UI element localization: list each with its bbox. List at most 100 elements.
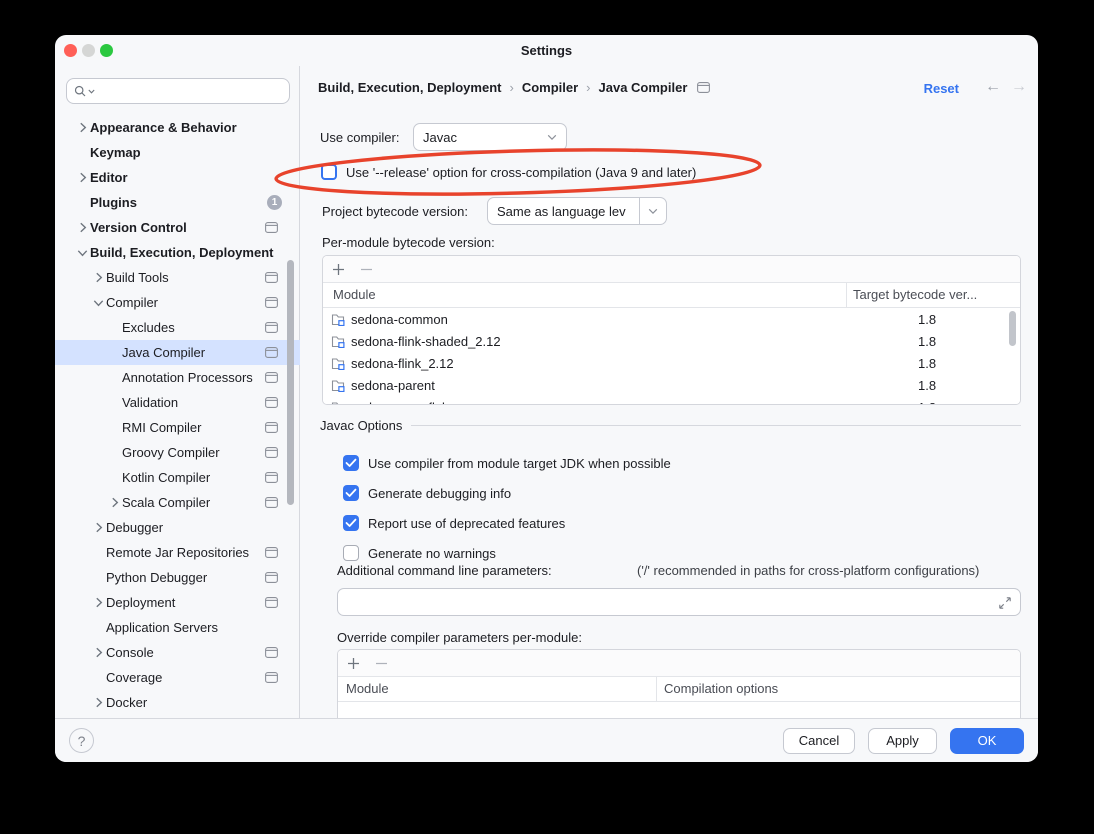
ok-button[interactable]: OK bbox=[950, 728, 1024, 754]
remove-icon[interactable] bbox=[375, 657, 388, 670]
sidebar-item-label: Remote Jar Repositories bbox=[106, 545, 249, 560]
checkbox-label: Use compiler from module target JDK when… bbox=[368, 456, 671, 471]
sidebar-item-annotation-processors[interactable]: Annotation Processors bbox=[55, 365, 300, 390]
release-option-checkbox[interactable] bbox=[321, 164, 337, 180]
zoom-window-button[interactable] bbox=[100, 44, 113, 57]
close-window-button[interactable] bbox=[64, 44, 77, 57]
sidebar-item-debugger[interactable]: Debugger bbox=[55, 515, 300, 540]
chevron-right-icon[interactable] bbox=[75, 170, 90, 185]
add-icon[interactable] bbox=[332, 263, 345, 276]
sidebar-item-rmi-compiler[interactable]: RMI Compiler bbox=[55, 415, 300, 440]
search-history-chevron-icon[interactable] bbox=[88, 89, 95, 94]
chevron-spacer bbox=[107, 370, 122, 385]
settings-content: Build, Execution, Deployment › Compiler … bbox=[300, 66, 1038, 718]
sidebar-item-scala-compiler[interactable]: Scala Compiler bbox=[55, 490, 300, 515]
chevron-down-icon[interactable] bbox=[639, 198, 666, 224]
sidebar-item-validation[interactable]: Validation bbox=[55, 390, 300, 415]
sidebar-item-label: Keymap bbox=[90, 145, 141, 160]
sidebar-item-groovy-compiler[interactable]: Groovy Compiler bbox=[55, 440, 300, 465]
expand-field-icon[interactable] bbox=[998, 596, 1012, 610]
target-bytecode-value[interactable]: 1.8 bbox=[918, 356, 936, 371]
sidebar-item-plugins[interactable]: Plugins1 bbox=[55, 190, 300, 215]
target-bytecode-value[interactable]: 1.8 bbox=[918, 334, 936, 349]
sidebar-item-remote-jar-repositories[interactable]: Remote Jar Repositories bbox=[55, 540, 300, 565]
target-bytecode-value[interactable]: 1.8 bbox=[918, 400, 936, 406]
use-compiler-select[interactable]: Javac bbox=[413, 123, 567, 151]
forward-arrow-icon[interactable]: → bbox=[1011, 78, 1027, 96]
apply-button[interactable]: Apply bbox=[868, 728, 937, 754]
target-bytecode-value[interactable]: 1.8 bbox=[918, 378, 936, 393]
module-name: sedona-common bbox=[351, 312, 448, 327]
sidebar-item-compiler[interactable]: Compiler bbox=[55, 290, 300, 315]
project-scope-icon bbox=[265, 397, 278, 408]
chevron-right-icon[interactable] bbox=[91, 595, 106, 610]
back-arrow-icon[interactable]: ← bbox=[985, 78, 1001, 96]
sidebar-item-java-compiler[interactable]: Java Compiler bbox=[55, 340, 300, 365]
chevron-down-icon[interactable] bbox=[75, 245, 90, 260]
sidebar-item-appearance-behavior[interactable]: Appearance & Behavior bbox=[55, 115, 300, 140]
chevron-right-icon[interactable] bbox=[75, 120, 90, 135]
traffic-lights bbox=[64, 44, 113, 57]
help-button[interactable]: ? bbox=[69, 728, 94, 753]
settings-tree: Appearance & Behavior Keymap EditorPlugins… bbox=[55, 115, 300, 715]
module-row-sedona-flink-2-12[interactable]: sedona-flink_2.121.8 bbox=[323, 352, 1020, 374]
sidebar-scrollbar-thumb[interactable] bbox=[287, 260, 294, 505]
cmdline-label: Additional command line parameters: bbox=[337, 563, 552, 578]
column-divider[interactable] bbox=[846, 283, 847, 307]
table-scrollbar-thumb[interactable] bbox=[1009, 311, 1016, 346]
sidebar-item-coverage[interactable]: Coverage bbox=[55, 665, 300, 690]
sidebar-item-excludes[interactable]: Excludes bbox=[55, 315, 300, 340]
chevron-right-icon[interactable] bbox=[91, 270, 106, 285]
chevron-spacer bbox=[107, 445, 122, 460]
cmdline-input[interactable] bbox=[338, 589, 1020, 615]
sidebar-item-editor[interactable]: Editor bbox=[55, 165, 300, 190]
add-icon[interactable] bbox=[347, 657, 360, 670]
column-header-target[interactable]: Target bytecode ver... bbox=[853, 287, 977, 302]
sidebar-item-label: RMI Compiler bbox=[122, 420, 201, 435]
project-bytecode-combobox[interactable]: Same as language lev bbox=[487, 197, 667, 225]
chevron-right-icon[interactable] bbox=[91, 695, 106, 710]
titlebar: Settings bbox=[55, 35, 1038, 66]
module-row-sedona-snowflake[interactable]: sedona-snowflake1.8 bbox=[323, 396, 1020, 405]
project-scope-icon bbox=[265, 597, 278, 608]
breadcrumb-item-compiler[interactable]: Compiler bbox=[522, 80, 578, 95]
sidebar-item-keymap[interactable]: Keymap bbox=[55, 140, 300, 165]
sidebar-item-deployment[interactable]: Deployment bbox=[55, 590, 300, 615]
sidebar-item-build-execution-deployment[interactable]: Build, Execution, Deployment bbox=[55, 240, 300, 265]
chevron-right-icon[interactable] bbox=[107, 495, 122, 510]
search-input[interactable] bbox=[96, 83, 282, 99]
module-row-sedona-flink-shaded-2-12[interactable]: sedona-flink-shaded_2.121.8 bbox=[323, 330, 1020, 352]
sidebar-item-label: Version Control bbox=[90, 220, 187, 235]
column-header-module[interactable]: Module bbox=[333, 287, 376, 302]
sidebar-item-kotlin-compiler[interactable]: Kotlin Compiler bbox=[55, 465, 300, 490]
checkbox[interactable] bbox=[343, 545, 359, 561]
sidebar-item-application-servers[interactable]: Application Servers bbox=[55, 615, 300, 640]
chevron-right-icon[interactable] bbox=[91, 520, 106, 535]
module-row-sedona-parent[interactable]: sedona-parent1.8 bbox=[323, 374, 1020, 396]
cancel-button[interactable]: Cancel bbox=[783, 728, 855, 754]
column-header-module[interactable]: Module bbox=[346, 681, 389, 696]
sidebar-item-version-control[interactable]: Version Control bbox=[55, 215, 300, 240]
checkbox[interactable] bbox=[343, 485, 359, 501]
column-header-compilation-options[interactable]: Compilation options bbox=[664, 681, 778, 696]
reset-link[interactable]: Reset bbox=[924, 81, 959, 96]
chevron-down-icon[interactable] bbox=[91, 295, 106, 310]
minimize-window-button[interactable] bbox=[82, 44, 95, 57]
sidebar-item-console[interactable]: Console bbox=[55, 640, 300, 665]
search-box[interactable] bbox=[66, 78, 290, 104]
project-scope-icon bbox=[265, 297, 278, 308]
sidebar-item-docker[interactable]: Docker bbox=[55, 690, 300, 715]
checkbox[interactable] bbox=[343, 515, 359, 531]
sidebar-item-label: Scala Compiler bbox=[122, 495, 210, 510]
chevron-right-icon[interactable] bbox=[75, 220, 90, 235]
sidebar-item-python-debugger[interactable]: Python Debugger bbox=[55, 565, 300, 590]
module-row-sedona-common[interactable]: sedona-common 1.8 bbox=[323, 308, 1020, 330]
breadcrumb-item-build-execution-deployment[interactable]: Build, Execution, Deployment bbox=[318, 80, 501, 95]
checkbox[interactable] bbox=[343, 455, 359, 471]
module-icon bbox=[331, 379, 345, 392]
sidebar-item-build-tools[interactable]: Build Tools bbox=[55, 265, 300, 290]
remove-icon[interactable] bbox=[360, 263, 373, 276]
column-divider[interactable] bbox=[656, 677, 657, 701]
target-bytecode-value[interactable]: 1.8 bbox=[918, 312, 936, 327]
chevron-right-icon[interactable] bbox=[91, 645, 106, 660]
